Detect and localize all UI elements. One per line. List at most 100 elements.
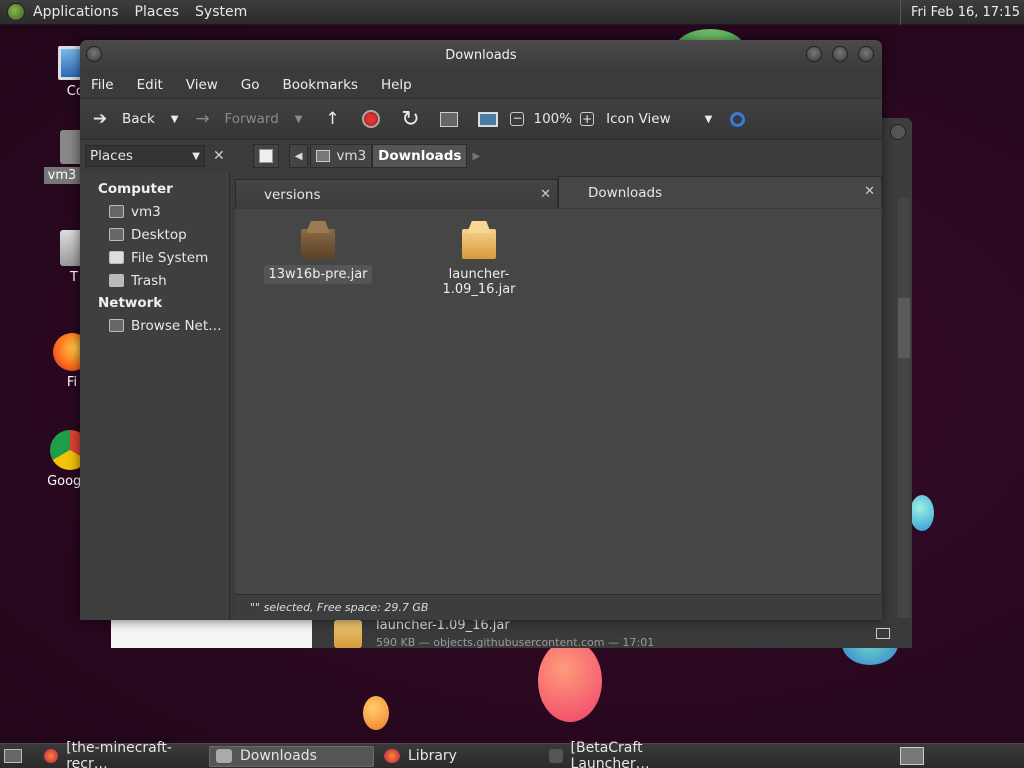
title-bar[interactable]: Downloads [80,40,882,71]
chevron-right-icon: ▶ [472,150,481,162]
stop-icon [362,110,381,128]
window-menu-button[interactable] [86,46,102,62]
forward-history-dropdown-icon[interactable]: ▼ [295,114,303,125]
sidebar-item-label: Trash [131,272,167,289]
menu-applications[interactable]: Applications [33,4,119,20]
taskbar-item-label: [the-minecraft-recr… [66,740,172,768]
workspace-icon [900,747,924,765]
menu-file[interactable]: File [91,77,114,93]
file-manager-window: Downloads File Edit View Go Bookmarks He… [80,40,882,620]
view-mode-select[interactable]: Icon View ▼ [606,111,712,127]
desktop-icon-label: vm3 [43,167,81,184]
menu-edit[interactable]: Edit [137,77,163,93]
taskbar-item[interactable]: Downloads [209,745,374,767]
file-item[interactable]: 13w16b-pre.jar [258,221,378,284]
menu-go[interactable]: Go [241,77,260,93]
tab-label: Downloads [588,184,663,201]
network-icon [109,319,124,332]
home-icon [316,150,331,162]
folder-icon [216,749,232,763]
close-tab-icon[interactable]: ✕ [540,187,551,202]
folder-icon[interactable] [876,628,890,639]
package-icon [301,221,335,259]
clock[interactable]: Fri Feb 16, 17:15 [899,0,1024,25]
sidebar-item-desktop[interactable]: Desktop [80,223,229,246]
sidebar-item-label: Browse Net… [131,317,222,334]
stop-button[interactable] [362,110,381,128]
sidebar-heading-computer: Computer [98,181,173,197]
menu-bookmarks[interactable]: Bookmarks [283,77,358,93]
background-window[interactable] [880,118,912,648]
tab-versions[interactable]: versions ✕ [235,179,558,209]
reload-icon: ↻ [401,106,420,132]
search-icon [730,111,746,127]
sidebar-item-trash[interactable]: Trash [80,269,229,292]
package-icon [334,620,362,648]
side-pane-selector-value: Places [90,148,133,164]
close-sidebar-icon[interactable]: ✕ [213,148,225,164]
edit-location-icon [258,149,273,163]
breadcrumb-left-arrow[interactable]: ◀ [288,144,309,168]
breadcrumb-label: vm3 [336,148,367,164]
close-tab-icon[interactable]: ✕ [864,184,875,199]
side-pane-selector[interactable]: Places ▼ [85,145,205,167]
file-name: launcher-1.09_16.jar [442,267,516,297]
breadcrumb-right-arrow[interactable]: ▶ [467,144,485,168]
forward-button[interactable]: → Forward ▼ [192,109,302,129]
top-panel: Applications Places System Fri Feb 16, 1… [0,0,1024,25]
sidebar-heading-network: Network [98,295,163,311]
search-button[interactable] [730,111,746,127]
sidebar-item-vm3[interactable]: vm3 [80,200,229,223]
menu-system[interactable]: System [195,4,247,20]
workspace-switcher[interactable] [900,746,924,767]
home-button[interactable] [440,111,459,127]
back-history-dropdown-icon[interactable]: ▼ [171,114,179,125]
menu-bar: File Edit View Go Bookmarks Help [80,71,882,98]
show-desktop-button[interactable] [0,746,26,767]
wallpaper-balloon [538,640,602,722]
view-mode-value: Icon View [606,111,671,127]
sidebar-item-browse-network[interactable]: Browse Net… [80,314,229,337]
scrollbar[interactable] [898,198,910,618]
forward-label: Forward [224,111,279,127]
zoom-in-icon: + [580,112,595,126]
file-view[interactable]: 13w16b-pre.jar launcher-1.09_16.jar [235,209,881,594]
taskbar: [the-minecraft-recr… Downloads Library [… [0,740,1024,768]
download-file-meta: 590 KB — objects.githubusercontent.com —… [376,636,655,648]
back-button[interactable]: ➔ Back ▼ [90,109,179,129]
minimize-button[interactable] [806,46,822,62]
background-download-row[interactable]: launcher-1.09_16.jar 590 KB — objects.gi… [312,618,912,648]
computer-button[interactable] [478,111,499,127]
drive-icon [109,251,124,264]
maximize-button[interactable] [832,46,848,62]
scrollbar-thumb[interactable] [898,298,910,358]
reload-button[interactable]: ↻ [400,106,420,132]
breadcrumb-item-downloads[interactable]: Downloads [372,144,468,168]
zoom-out-button[interactable]: − [510,112,525,126]
taskbar-item[interactable]: Library [378,746,543,767]
taskbar-item[interactable]: [the-minecraft-recr… [38,740,203,768]
menu-view[interactable]: View [186,77,218,93]
tab-downloads[interactable]: Downloads ✕ [558,176,882,208]
distro-logo-icon[interactable] [7,3,25,21]
breadcrumb-label: Downloads [378,148,462,164]
up-button[interactable]: ↑ [322,109,342,129]
breadcrumb: ◀ vm3 Downloads ▶ [252,144,485,168]
menu-places[interactable]: Places [135,4,180,20]
trash-icon [109,274,124,287]
toggle-location-entry-button[interactable] [252,144,279,168]
menu-help[interactable]: Help [381,77,412,93]
java-icon [549,749,563,763]
taskbar-item-label: [BetaCraft Launcher… [570,740,650,768]
zoom-in-button[interactable]: + [580,112,595,126]
firefox-icon [384,749,400,763]
window-button[interactable] [890,124,906,140]
sidebar-item-file-system[interactable]: File System [80,246,229,269]
breadcrumb-item-vm3[interactable]: vm3 [310,144,373,168]
status-bar: "" selected, Free space: 29.7 GB [235,594,882,620]
file-item[interactable]: launcher-1.09_16.jar [419,221,539,299]
chevron-down-icon: ▼ [192,150,200,162]
close-button[interactable] [858,46,874,62]
taskbar-item[interactable]: [BetaCraft Launcher… [543,740,708,768]
back-arrow-icon: ➔ [92,109,108,129]
